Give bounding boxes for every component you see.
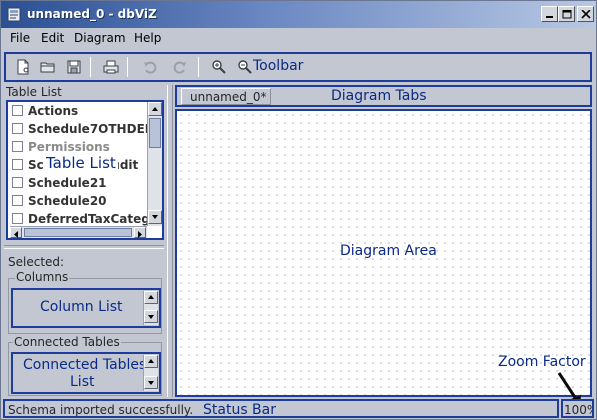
tab-unnamed-0[interactable]: unnamed_0*	[181, 88, 271, 105]
maximize-icon	[562, 10, 572, 19]
print-icon	[103, 60, 119, 74]
status-bar: Schema imported successfully. Status Bar	[3, 399, 559, 418]
save-button[interactable]	[64, 57, 85, 77]
menu-edit[interactable]: Edit	[41, 31, 64, 45]
zoom-in-button[interactable]	[209, 57, 230, 77]
menu-file[interactable]: File	[10, 31, 30, 45]
status-message: Schema imported successfully.	[8, 403, 194, 417]
checkbox[interactable]	[12, 177, 23, 188]
table-list[interactable]: Actions Schedule7OTHDEFTax Permissions S…	[6, 100, 164, 240]
diagram-area-annotation: Diagram Area	[340, 243, 437, 259]
left-panel-divider[interactable]	[4, 245, 164, 249]
menu-bar: File Edit Diagram Help	[1, 28, 596, 48]
redo-icon	[173, 61, 186, 74]
connected-tables-annotation: Connected Tables	[23, 357, 147, 373]
new-diagram-icon	[17, 59, 29, 75]
checkbox[interactable]	[12, 123, 23, 134]
tab-label: unnamed_0*	[190, 90, 267, 104]
column-list[interactable]: Column List	[11, 288, 161, 328]
arrow-down-icon	[148, 381, 154, 385]
arrow-up-icon	[152, 107, 158, 111]
scroll-up-arrow[interactable]	[144, 291, 158, 304]
scroll-thumb[interactable]	[149, 118, 161, 148]
window-title: unnamed_0 - dbViZ	[27, 7, 157, 21]
save-disk-icon	[67, 60, 81, 74]
checkbox[interactable]	[12, 159, 23, 170]
diagram-tabs-annotation: Diagram Tabs	[331, 88, 427, 104]
minimize-icon	[546, 16, 553, 18]
table-list-item[interactable]: Actions	[10, 102, 147, 120]
diagram-tabs: unnamed_0* Diagram Tabs	[175, 85, 592, 107]
panel-splitter[interactable]	[167, 85, 173, 397]
app-icon	[7, 7, 21, 22]
arrow-right-icon	[138, 231, 142, 238]
zoom-out-icon	[238, 60, 252, 74]
open-folder-icon	[40, 62, 55, 73]
close-button[interactable]	[577, 6, 594, 22]
zoom-factor: 100%	[561, 399, 594, 418]
checkbox[interactable]	[12, 213, 23, 224]
connected-tables-list[interactable]: Connected Tables List	[11, 352, 161, 394]
toolbar-separator	[90, 57, 91, 77]
undo-button[interactable]	[140, 57, 161, 77]
print-button[interactable]	[101, 57, 122, 77]
connected-tables-annotation-line2: List	[70, 374, 95, 390]
title-bar[interactable]: unnamed_0 - dbViZ	[1, 1, 596, 28]
column-list-scrollbar[interactable]	[143, 291, 158, 325]
scroll-down-arrow[interactable]	[144, 376, 158, 389]
scroll-down-arrow[interactable]	[144, 310, 158, 323]
connected-tables-scrollbar[interactable]	[143, 355, 158, 391]
menu-diagram[interactable]: Diagram	[74, 31, 126, 45]
scroll-up-arrow[interactable]	[148, 102, 162, 116]
columns-group-title: Columns	[15, 270, 70, 284]
arrow-down-icon	[152, 215, 158, 219]
toolbar: Toolbar	[4, 52, 592, 82]
scroll-down-arrow[interactable]	[148, 210, 162, 224]
arrow-up-icon	[148, 359, 154, 363]
scroll-up-arrow[interactable]	[144, 355, 158, 368]
table-list-title: Table List	[6, 85, 62, 99]
app-window: unnamed_0 - dbViZ File Edit Diagram Help	[0, 0, 597, 420]
arrow-up-icon	[148, 295, 154, 299]
zoom-value: 100%	[564, 403, 592, 417]
zoom-in-icon	[212, 60, 226, 74]
scroll-thumb[interactable]	[24, 228, 132, 237]
column-list-annotation: Column List	[40, 299, 123, 315]
table-list-vscrollbar[interactable]	[147, 102, 162, 226]
table-list-annotation: Table List	[44, 154, 118, 172]
arrow-down-icon	[148, 315, 154, 319]
undo-icon	[144, 61, 157, 74]
maximize-button[interactable]	[558, 6, 575, 22]
toolbar-annotation: Toolbar	[253, 58, 304, 74]
selected-label: Selected:	[8, 255, 65, 269]
toolbar-separator	[127, 57, 128, 77]
table-list-item[interactable]: Schedule20	[10, 192, 147, 210]
checkbox[interactable]	[12, 195, 23, 206]
toolbar-separator	[198, 57, 199, 77]
close-icon	[581, 10, 591, 19]
table-list-hscrollbar[interactable]	[10, 226, 147, 238]
status-bar-annotation: Status Bar	[203, 402, 277, 418]
menu-help[interactable]: Help	[134, 31, 161, 45]
scroll-right-arrow[interactable]	[134, 227, 146, 238]
table-list-item[interactable]: Schedule7OTHDEFTax	[10, 120, 147, 138]
redo-button[interactable]	[170, 57, 191, 77]
checkbox[interactable]	[12, 105, 23, 116]
open-button[interactable]	[38, 57, 59, 77]
arrow-left-icon	[14, 231, 18, 238]
connected-tables-group-title: Connected Tables	[13, 335, 121, 349]
zoom-factor-annotation: Zoom Factor	[498, 354, 586, 370]
scroll-left-arrow[interactable]	[10, 227, 22, 238]
checkbox[interactable]	[12, 141, 23, 152]
new-diagram-button[interactable]	[13, 57, 34, 77]
minimize-button[interactable]	[541, 6, 558, 22]
table-list-item[interactable]: DeferredTaxCategories	[10, 210, 147, 226]
table-list-item[interactable]: Schedule21	[10, 174, 147, 192]
